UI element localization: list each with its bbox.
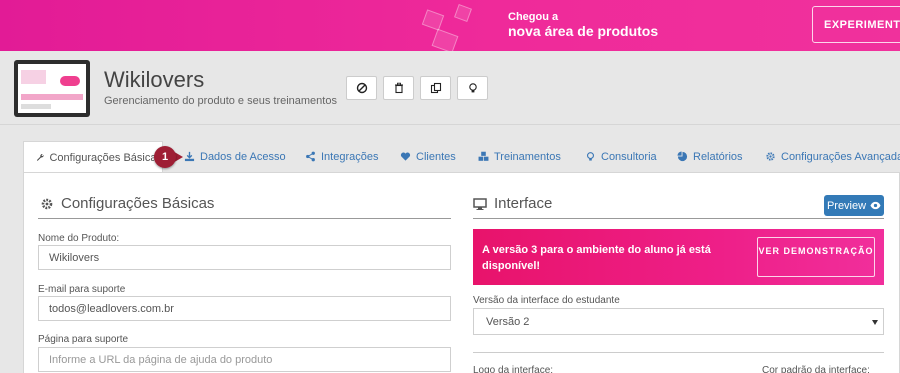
monitor-icon — [473, 197, 487, 210]
step-badge: 1 — [154, 146, 176, 168]
disable-button[interactable] — [346, 76, 377, 100]
product-header: Wikilovers Gerenciamento do produto e se… — [0, 51, 900, 125]
download-icon — [184, 151, 195, 162]
basic-config-title: Configurações Básicas — [61, 195, 215, 212]
tab-treinamentos[interactable]: Treinamentos — [478, 141, 561, 172]
interface-heading: Interface — [473, 195, 552, 212]
tab-label: Configurações Avançadas — [781, 150, 900, 163]
support-email-input[interactable]: todos@leadlovers.com.br — [38, 296, 451, 321]
promo-message: A versão 3 para o ambiente do aluno já e… — [482, 244, 711, 272]
duplicate-button[interactable] — [420, 76, 451, 100]
promo-banner: Chegou a nova área de produtos EXPERIMEN… — [0, 0, 900, 51]
experimente-button[interactable]: EXPERIMENTE — [812, 6, 900, 43]
color-label: Cor padrão da interface: — [762, 365, 870, 373]
product-thumbnail — [14, 60, 90, 117]
interface-title: Interface — [494, 195, 553, 212]
basic-config-heading: Configurações Básicas — [40, 195, 214, 212]
tab-label: Consultoria — [601, 150, 657, 163]
tab-label: Integrações — [321, 150, 379, 163]
tab-relatorios[interactable]: Relatórios — [677, 141, 743, 172]
tab-label: Configurações Básicas — [49, 151, 162, 164]
tab-configuracoes-avancadas[interactable]: Configurações Avançadas — [765, 141, 900, 172]
product-title: Wikilovers — [104, 67, 205, 92]
pie-chart-icon — [677, 151, 688, 162]
tab-label: Treinamentos — [494, 150, 561, 163]
tab-label: Clientes — [416, 150, 456, 163]
version3-promo: A versão 3 para o ambiente do aluno já e… — [473, 229, 884, 285]
eye-icon — [870, 201, 881, 210]
banner-line2: nova área de produtos — [508, 23, 659, 39]
tab-integracoes[interactable]: Integrações — [305, 141, 378, 172]
logo-label: Logo da interface: — [473, 365, 554, 373]
tab-label: Dados de Acesso — [200, 150, 286, 163]
delete-button[interactable] — [383, 76, 414, 100]
copy-icon — [430, 82, 441, 94]
block-icon — [356, 82, 367, 94]
lightbulb-icon — [468, 83, 477, 93]
tips-button[interactable] — [457, 76, 488, 100]
chevron-down-icon — [872, 320, 878, 325]
tab-consultoria[interactable]: Consultoria — [585, 141, 657, 172]
share-icon — [306, 151, 315, 162]
tab-clientes[interactable]: Clientes — [400, 141, 456, 172]
tab-dados-de-acesso[interactable]: Dados de Acesso — [184, 141, 286, 172]
gear-icon — [41, 198, 53, 209]
product-name-label: Nome do Produto: — [38, 233, 120, 244]
divider — [473, 218, 884, 219]
divider — [38, 218, 451, 219]
support-page-label: Página para suporte — [38, 334, 129, 345]
version-value: Versão 2 — [486, 316, 530, 328]
gear-icon — [766, 152, 775, 161]
support-email-label: E-mail para suporte — [38, 284, 126, 295]
preview-button[interactable]: Preview — [824, 195, 884, 216]
banner-line1: Chegou a — [508, 11, 559, 23]
divider — [473, 352, 884, 353]
product-subtitle: Gerenciamento do produto e seus treiname… — [104, 95, 337, 107]
preview-label: Preview — [826, 199, 867, 212]
boxes-illustration — [420, 4, 480, 51]
support-page-input[interactable]: Informe a URL da página de ajuda do prod… — [38, 347, 451, 372]
lightbulb-icon — [587, 152, 594, 161]
version-label: Versão da interface do estudante — [473, 295, 620, 306]
trash-icon — [394, 82, 403, 94]
tab-label: Relatórios — [693, 150, 743, 163]
cubes-icon — [478, 151, 489, 161]
version-select[interactable]: Versão 2 — [473, 308, 884, 335]
wrench-icon — [36, 154, 44, 161]
product-name-input[interactable]: Wikilovers — [38, 245, 451, 270]
heart-icon — [400, 152, 411, 161]
ver-demonstracao-button[interactable]: VER DEMONSTRAÇÃO — [757, 237, 875, 277]
tab-configuracoes-basicas[interactable]: Configurações Básicas — [23, 141, 163, 173]
